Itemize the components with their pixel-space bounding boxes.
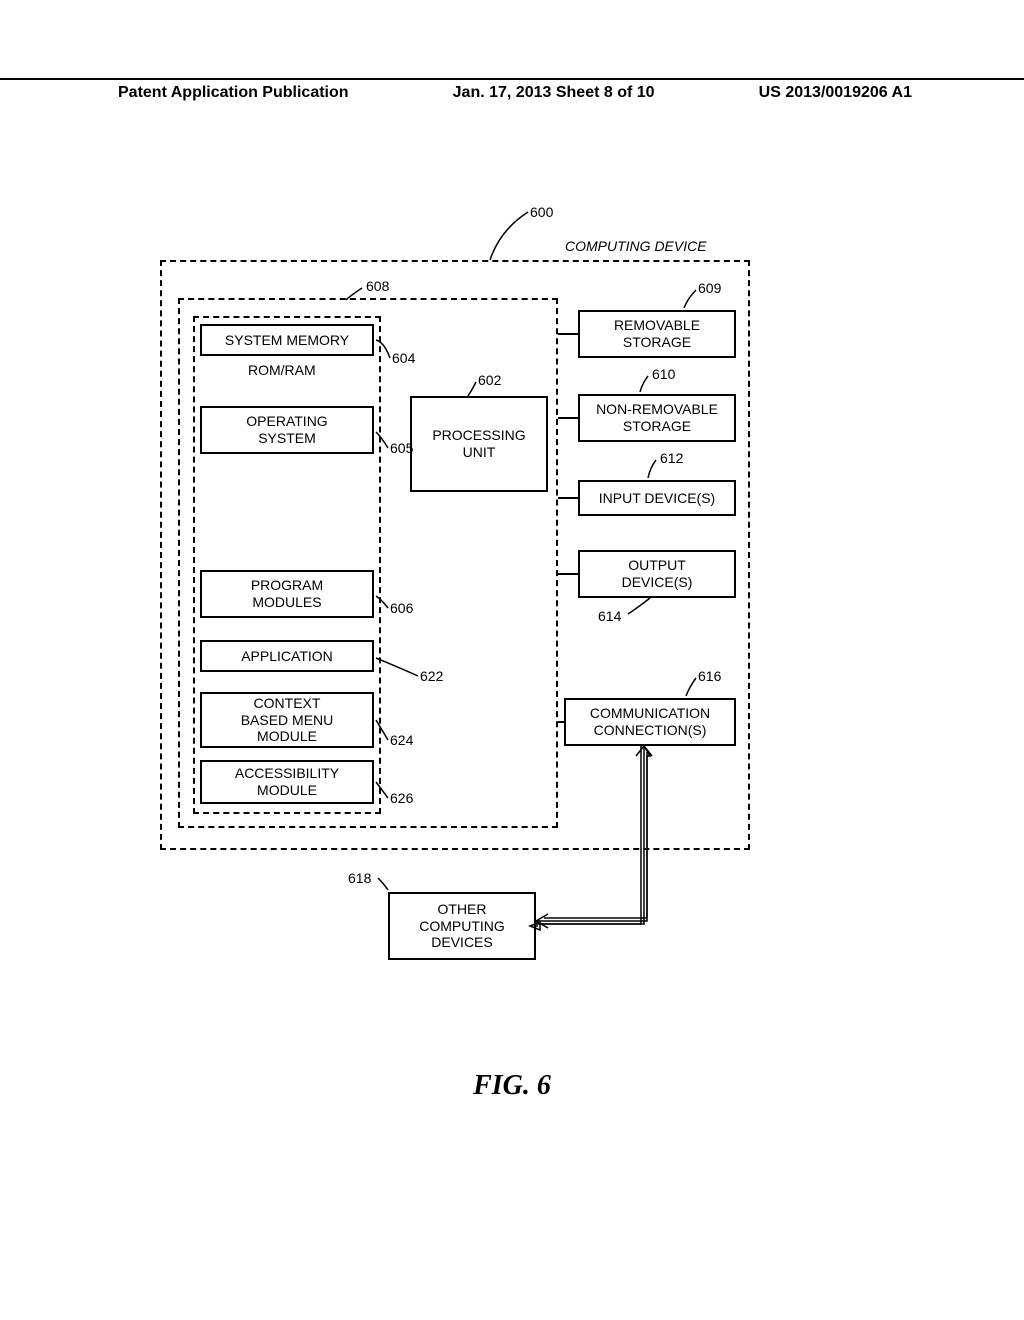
context-module-box: CONTEXT BASED MENU MODULE: [200, 692, 374, 748]
other-l1: OTHER: [438, 901, 487, 918]
processing-unit-box: PROCESSING UNIT: [410, 396, 548, 492]
ref-604: 604: [392, 350, 415, 366]
ref-610: 610: [652, 366, 675, 382]
system-memory-header: SYSTEM MEMORY: [200, 324, 374, 356]
removable-storage-box: REMOVABLE STORAGE: [578, 310, 736, 358]
pu-l1: PROCESSING: [432, 427, 525, 444]
other-devices-box: OTHER COMPUTING DEVICES: [388, 892, 536, 960]
system-memory-text: SYSTEM MEMORY: [225, 332, 349, 349]
communication-box: COMMUNICATION CONNECTION(S): [564, 698, 736, 746]
comm-l1: COMMUNICATION: [590, 705, 710, 722]
ref-614: 614: [598, 608, 621, 624]
ref-616: 616: [698, 668, 721, 684]
rem-l1: REMOVABLE: [614, 317, 700, 334]
nonremovable-storage-box: NON-REMOVABLE STORAGE: [578, 394, 736, 442]
application-box: APPLICATION: [200, 640, 374, 672]
rem-l2: STORAGE: [623, 334, 691, 351]
program-modules-box: PROGRAM MODULES: [200, 570, 374, 618]
comm-l2: CONNECTION(S): [594, 722, 707, 739]
input-text: INPUT DEVICE(S): [599, 490, 715, 507]
figure-caption: FIG. 6: [0, 1070, 1024, 1102]
ref-626: 626: [390, 790, 413, 806]
rom-ram-label: ROM/RAM: [248, 362, 316, 378]
acc-l2: MODULE: [257, 782, 317, 799]
ref-606: 606: [390, 600, 413, 616]
ref-605: 605: [390, 440, 413, 456]
out-l2: DEVICE(S): [622, 574, 693, 591]
pm-l2: MODULES: [252, 594, 321, 611]
ctx-l3: MODULE: [257, 728, 317, 745]
os-l1: OPERATING: [246, 413, 327, 430]
ref-612: 612: [660, 450, 683, 466]
output-devices-box: OUTPUT DEVICE(S): [578, 550, 736, 598]
nrem-l2: STORAGE: [623, 418, 691, 435]
app-text: APPLICATION: [241, 648, 333, 665]
ref-600: 600: [530, 204, 553, 220]
ref-602: 602: [478, 372, 501, 388]
accessibility-module-box: ACCESSIBILITY MODULE: [200, 760, 374, 804]
os-l2: SYSTEM: [258, 430, 316, 447]
pm-l1: PROGRAM: [251, 577, 323, 594]
ref-618: 618: [348, 870, 371, 886]
operating-system-box: OPERATING SYSTEM: [200, 406, 374, 454]
ref-622: 622: [420, 668, 443, 684]
pu-l2: UNIT: [463, 444, 496, 461]
ref-608: 608: [366, 278, 389, 294]
ref-624: 624: [390, 732, 413, 748]
input-devices-box: INPUT DEVICE(S): [578, 480, 736, 516]
acc-l1: ACCESSIBILITY: [235, 765, 339, 782]
diagram-container: COMPUTING DEVICE SYSTEM MEMORY ROM/RAM O…: [0, 0, 1024, 1320]
out-l1: OUTPUT: [628, 557, 686, 574]
ref-609: 609: [698, 280, 721, 296]
other-l2: COMPUTING: [419, 918, 505, 935]
other-l3: DEVICES: [431, 934, 492, 951]
ctx-l2: BASED MENU: [241, 712, 334, 729]
nrem-l1: NON-REMOVABLE: [596, 401, 718, 418]
ctx-l1: CONTEXT: [254, 695, 321, 712]
computing-device-label: COMPUTING DEVICE: [565, 238, 707, 254]
